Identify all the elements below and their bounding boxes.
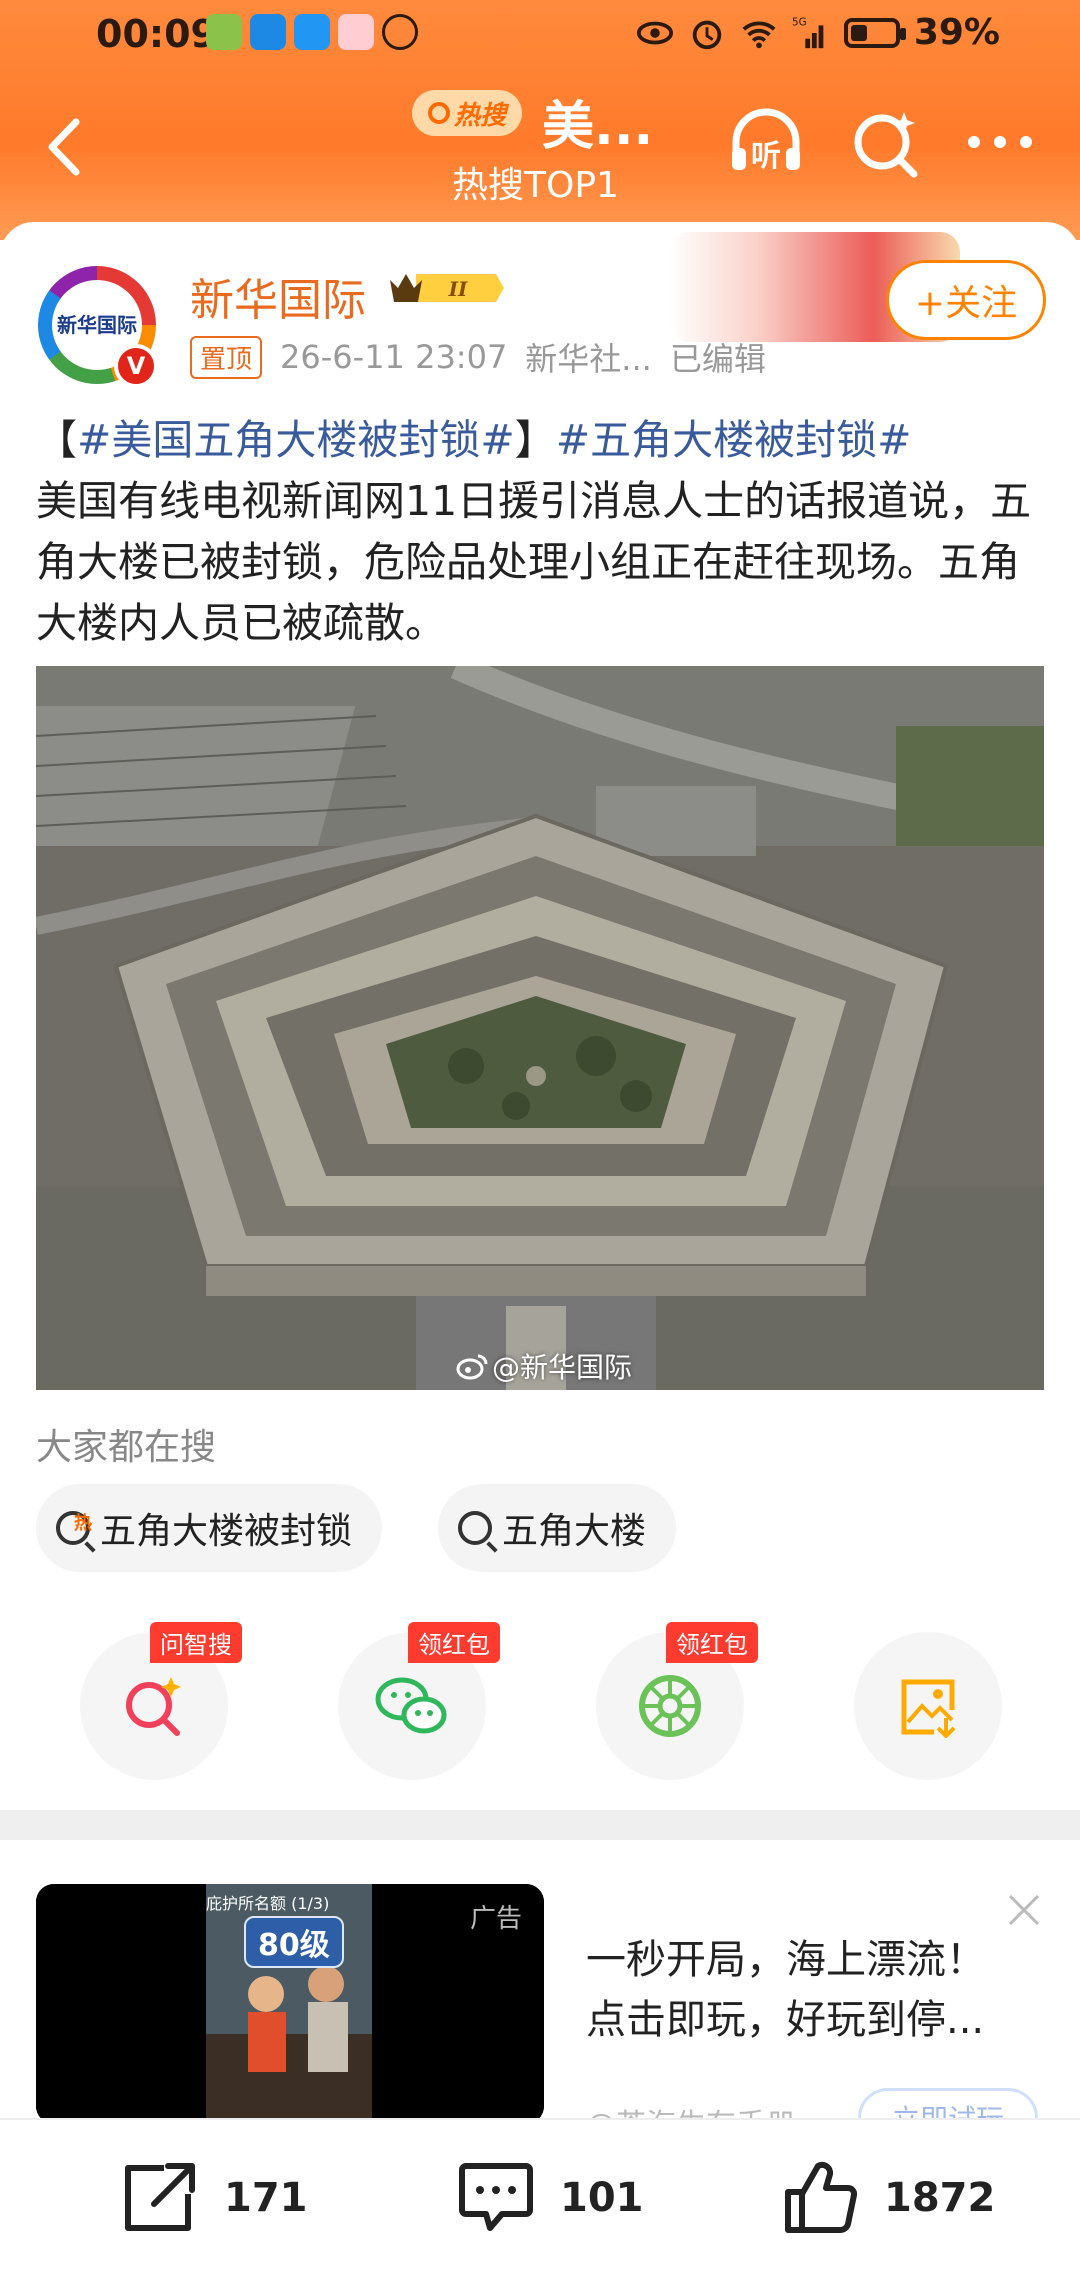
- svg-text:听: 听: [751, 139, 781, 174]
- bottom-action-bar: 171 101 1872: [0, 2118, 1080, 2280]
- follow-button[interactable]: +关注: [886, 260, 1046, 340]
- ai-search-icon[interactable]: [846, 102, 926, 182]
- hand-icon: [382, 14, 418, 50]
- watermark-text: @新华国际: [492, 1351, 633, 1384]
- svg-text:II: II: [448, 277, 468, 301]
- battery-percent: 39%: [913, 12, 1000, 53]
- more-icon[interactable]: [960, 102, 1040, 182]
- save-image-button[interactable]: [854, 1632, 1002, 1780]
- search-icon: [458, 1511, 492, 1545]
- ad-line-1: 一秒开局，海上漂流！: [586, 1937, 986, 1983]
- bracket-open: 【: [36, 416, 77, 464]
- search-chip[interactable]: 热 五角大楼被封锁: [36, 1484, 383, 1572]
- action-tag: 领红包: [408, 1622, 500, 1663]
- section-separator: [0, 1810, 1080, 1840]
- hot-mark: 热: [74, 1513, 92, 1534]
- edited-label[interactable]: 已编辑: [670, 334, 766, 380]
- like-count: 1872: [884, 2175, 996, 2221]
- signal-icon: 5G: [792, 16, 824, 48]
- pinned-badge: 置顶: [190, 335, 263, 379]
- pentagon-aerial-illustration: [36, 666, 1044, 1390]
- app-notification-icon: [250, 14, 286, 50]
- search-chip-label: 五角大楼: [502, 1511, 647, 1552]
- hot-search-badge[interactable]: 热搜: [412, 90, 522, 136]
- ad-thumbnail[interactable]: 庇护所名额 (1/3) 80级 广告: [36, 1884, 544, 2124]
- ad-label: 广告: [469, 1904, 522, 1934]
- moments-icon: [639, 1675, 701, 1737]
- top-nav: 热搜 美... 热搜TOP1 听: [0, 72, 1080, 222]
- header: 00:09 5G 39% 热搜 美... 热搜TOP1 听: [0, 0, 1080, 240]
- weather-notification-icon: [294, 14, 330, 50]
- page-subtitle: 热搜TOP1: [452, 165, 619, 206]
- post-body: 美国有线电视新闻网11日援引消息人士的话报道说，五角大楼已被封锁，危险品处理小组…: [36, 477, 1032, 647]
- ad-card[interactable]: 庇护所名额 (1/3) 80级 广告 一秒开局，海上漂流！ 点击即玩，好玩到停.…: [0, 1840, 1080, 2148]
- wechat-share-button[interactable]: 领红包: [338, 1622, 500, 1780]
- comment-count: 101: [560, 2175, 644, 2221]
- topic-link[interactable]: #美国五角大楼被封锁#: [77, 416, 515, 464]
- bracket-close: 】: [514, 416, 556, 464]
- wechat-icon: [375, 1677, 447, 1734]
- alarm-icon: [692, 20, 722, 49]
- post-meta: 置顶 26-6-11 23:07 新华社... 已编辑: [190, 334, 766, 380]
- page-title: 美...: [542, 97, 654, 157]
- battery-icon: [843, 17, 906, 48]
- app-notification-icon: [338, 14, 374, 50]
- crown-rank-icon: II: [390, 274, 504, 302]
- svg-text:5G: 5G: [792, 16, 807, 28]
- save-image-icon: [901, 1679, 956, 1738]
- author-name[interactable]: 新华国际: [190, 264, 366, 328]
- ai-search-button[interactable]: 问智搜: [80, 1622, 242, 1780]
- search-icon: 热: [56, 1511, 92, 1545]
- share-count: 171: [224, 2175, 308, 2221]
- eye-icon: [636, 21, 673, 44]
- close-icon[interactable]: [1004, 1890, 1044, 1930]
- search-chip[interactable]: 五角大楼: [438, 1484, 677, 1572]
- share-button[interactable]: 171: [120, 2160, 308, 2236]
- status-bar: 00:09 5G 39%: [0, 0, 1080, 72]
- back-arrow-icon[interactable]: [36, 112, 96, 182]
- hot-search-label: 热搜: [453, 100, 506, 131]
- ad-copy[interactable]: 一秒开局，海上漂流！ 点击即玩，好玩到停...: [586, 1930, 1046, 2050]
- status-app-icons: [206, 14, 418, 50]
- comment-button[interactable]: 101: [456, 2160, 644, 2236]
- topic-link[interactable]: #五角大楼被封锁#: [556, 416, 912, 464]
- like-button[interactable]: 1872: [780, 2160, 995, 2236]
- share-actions: 问智搜 领红包 领红包: [0, 1622, 1080, 1782]
- post-card: 新华国际 V 新华国际 II +关注 置顶 26-6-11 23:07 新华社.…: [0, 222, 1080, 1840]
- post-source: 新华社...: [525, 340, 652, 378]
- wifi-icon: [742, 21, 776, 48]
- action-tag: 问智搜: [150, 1622, 242, 1663]
- app-notification-icon: [206, 14, 242, 50]
- image-watermark: @新华国际: [456, 1346, 632, 1386]
- ad-line-2: 点击即玩，好玩到停...: [586, 1997, 985, 2043]
- battery-level: [850, 24, 867, 41]
- share-icon: [125, 2163, 195, 2231]
- post-time: 26-6-11 23:07: [280, 338, 508, 376]
- moments-share-button[interactable]: 领红包: [596, 1622, 758, 1780]
- ai-search-icon: [126, 1677, 181, 1736]
- post-text: 【#美国五角大楼被封锁#】#五角大楼被封锁# 美国有线电视新闻网11日援引消息人…: [36, 410, 1046, 654]
- weibo-logo-icon: [456, 1354, 488, 1380]
- everyone-searching-label: 大家都在搜: [36, 1427, 217, 1468]
- post-image[interactable]: @新华国际: [36, 666, 1044, 1390]
- comment-icon: [459, 2163, 533, 2231]
- action-tag: 领红包: [666, 1622, 758, 1663]
- ad-game-title: 庇护所名额 (1/3): [206, 1894, 330, 1913]
- search-icon: [427, 102, 450, 124]
- listen-headphones-icon[interactable]: 听: [726, 102, 806, 182]
- status-right: 5G 39%: [636, 12, 1000, 53]
- search-chip-label: 五角大楼被封锁: [100, 1511, 353, 1552]
- verified-icon: V: [114, 344, 158, 388]
- status-time: 00:09: [96, 12, 217, 56]
- thumbs-up-icon: [785, 2161, 858, 2233]
- ad-game-level: 80级: [244, 1916, 344, 1968]
